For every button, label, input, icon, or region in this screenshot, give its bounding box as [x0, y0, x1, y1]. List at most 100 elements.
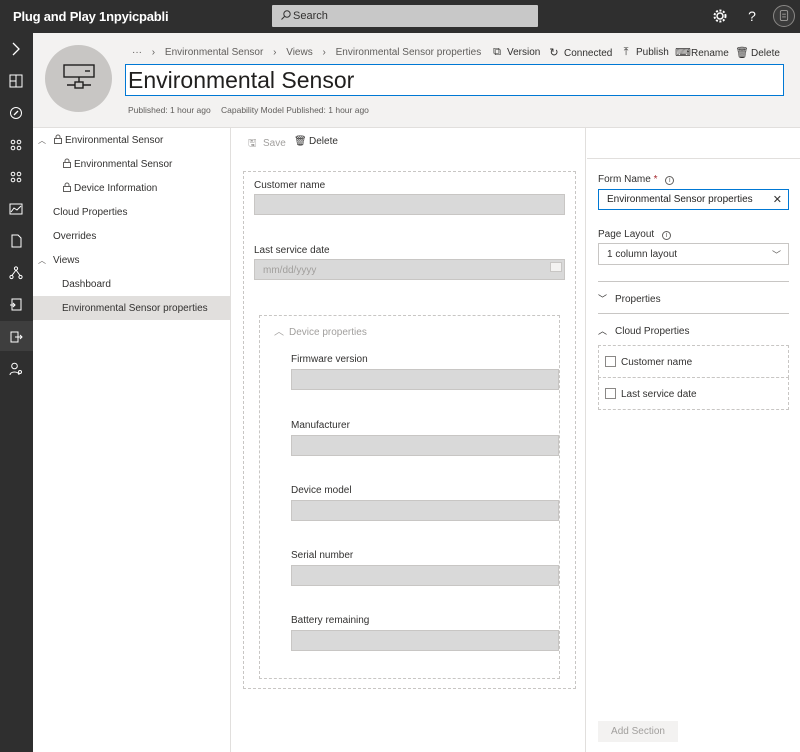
- expand-chevron-icon[interactable]: [8, 41, 24, 57]
- cloud-property-label: Customer name: [621, 357, 693, 368]
- app-title: Plug and Play 1npyicpabli: [13, 9, 169, 24]
- firmware-version-label: Firmware version: [291, 354, 368, 365]
- chevron-down-icon: ﹀: [598, 294, 608, 304]
- rename-label: Rename: [691, 48, 729, 59]
- add-section-button[interactable]: Add Section: [598, 721, 678, 742]
- info-icon[interactable]: i: [665, 176, 675, 185]
- tree-item-label: Overrides: [53, 231, 97, 242]
- tree-item-environmental-sensor[interactable]: ︿ Environmental Sensor: [33, 128, 231, 152]
- publish-label: Publish: [636, 47, 669, 58]
- firmware-version-field[interactable]: [291, 369, 559, 390]
- device-templates-icon[interactable]: [8, 297, 24, 313]
- tree-item-environmental-sensor-interface[interactable]: Environmental Sensor: [33, 152, 231, 176]
- delete-template-button[interactable]: 🗑 Delete: [735, 46, 780, 59]
- page-layout-select[interactable]: 1 column layout ﹀: [598, 243, 789, 265]
- form-section[interactable]: Customer name Last service date mm/dd/yy…: [243, 171, 576, 689]
- breadcrumb-item[interactable]: Environmental Sensor: [165, 47, 263, 58]
- form-name-value: Environmental Sensor properties: [607, 194, 753, 205]
- connected-button[interactable]: ↻ Connected: [548, 46, 612, 59]
- export-icon[interactable]: [8, 329, 24, 345]
- tree-item-overrides[interactable]: Overrides: [33, 224, 231, 248]
- tree-item-label: Environmental Sensor: [65, 135, 164, 146]
- search-icon: [281, 10, 291, 20]
- device-properties-title[interactable]: ︿ Device properties: [274, 323, 367, 338]
- lock-icon: [63, 182, 71, 192]
- dashboard-icon[interactable]: [8, 73, 24, 89]
- rename-button[interactable]: ⌨Rename: [675, 46, 729, 59]
- checkbox[interactable]: [605, 356, 616, 367]
- form-canvas: 🖫 Save 🗑 Delete Customer name Last service…: [232, 128, 586, 752]
- form-name-input[interactable]: Environmental Sensor properties ✕: [598, 189, 789, 210]
- delete-button[interactable]: 🗑 Delete: [294, 136, 338, 147]
- cloud-property-label: Last service date: [621, 389, 697, 400]
- device-properties-section[interactable]: ︿ Device properties Firmware version Manu…: [259, 315, 560, 679]
- breadcrumb-item[interactable]: Environmental Sensor properties: [336, 47, 482, 58]
- last-service-date-field[interactable]: mm/dd/yyyy: [254, 259, 565, 280]
- chevron-up-icon: ︿: [274, 327, 284, 338]
- checkbox[interactable]: [605, 388, 616, 399]
- search-placeholder: Search: [293, 10, 328, 22]
- serial-number-field[interactable]: [291, 565, 559, 586]
- manufacturer-label: Manufacturer: [291, 420, 350, 431]
- page-layout-label: Page Layout i: [598, 229, 671, 240]
- publish-icon: ⤒: [623, 46, 629, 58]
- battery-remaining-label: Battery remaining: [291, 615, 370, 626]
- version-label: Version: [507, 47, 541, 58]
- published-status: Published: 1 hour ago: [128, 105, 211, 115]
- analytics-icon[interactable]: [8, 201, 24, 217]
- cloud-properties-label: Cloud Properties: [615, 326, 690, 337]
- tree-item-cloud-properties[interactable]: Cloud Properties: [33, 200, 231, 224]
- last-service-date-label: Last service date: [254, 245, 330, 256]
- calendar-icon[interactable]: [550, 262, 562, 272]
- breadcrumb: ··· › Environmental Sensor › Views › Env…: [132, 47, 481, 58]
- customer-name-field[interactable]: [254, 194, 565, 215]
- rules-icon[interactable]: [8, 265, 24, 281]
- help-icon[interactable]: ?: [744, 8, 760, 24]
- save-button[interactable]: 🖫 Save: [248, 136, 286, 153]
- breadcrumb-overflow[interactable]: ···: [132, 47, 142, 58]
- cloud-properties-accordion[interactable]: ︿ Cloud Properties: [598, 324, 689, 337]
- delete-label: Delete: [309, 136, 338, 147]
- device-groups-icon[interactable]: [8, 169, 24, 185]
- required-marker: *: [653, 174, 658, 185]
- battery-remaining-field[interactable]: [291, 630, 559, 651]
- divider: [598, 313, 789, 314]
- compass-icon[interactable]: [8, 105, 24, 121]
- device-icon: [63, 64, 95, 89]
- breadcrumb-item[interactable]: Views: [286, 47, 313, 58]
- avatar[interactable]: [773, 5, 795, 27]
- page-layout-value: 1 column layout: [607, 249, 678, 260]
- gear-icon[interactable]: [712, 8, 728, 24]
- tree-item-environmental-sensor-properties[interactable]: Environmental Sensor properties: [33, 296, 231, 320]
- lock-icon: [54, 134, 62, 144]
- save-icon: 🖫: [248, 138, 257, 149]
- chevron-up-icon[interactable]: ︿: [38, 255, 46, 266]
- tree-item-views[interactable]: ︿ Views: [33, 248, 231, 272]
- date-placeholder: mm/dd/yyyy: [263, 265, 317, 276]
- cloud-property-last-service-date[interactable]: Last service date: [598, 377, 789, 410]
- manufacturer-field[interactable]: [291, 435, 559, 456]
- chevron-right-icon: ›: [273, 47, 277, 58]
- search-input[interactable]: Search: [272, 5, 538, 27]
- device-model-label: Device model: [291, 485, 352, 496]
- properties-accordion[interactable]: ﹀ Properties: [598, 292, 661, 305]
- template-title: Environmental Sensor: [128, 67, 355, 93]
- template-title-input[interactable]: Environmental Sensor: [125, 64, 784, 96]
- info-icon[interactable]: i: [661, 231, 671, 240]
- publish-button[interactable]: ⤒ Publish: [620, 46, 669, 59]
- chevron-up-icon[interactable]: ︿: [38, 135, 46, 146]
- cloud-property-customer-name[interactable]: Customer name: [598, 345, 789, 378]
- version-button[interactable]: ⧉ Version: [491, 46, 540, 59]
- document-icon[interactable]: [8, 233, 24, 249]
- tree-item-dashboard[interactable]: Dashboard: [33, 272, 231, 296]
- devices-grid-icon[interactable]: [8, 137, 24, 153]
- tree-item-device-information[interactable]: Device Information: [33, 176, 231, 200]
- page-layout-label-text: Page Layout: [598, 229, 655, 240]
- administration-icon[interactable]: [8, 361, 24, 377]
- device-model-field[interactable]: [291, 500, 559, 521]
- trash-icon: 🗑: [735, 47, 749, 59]
- properties-label: Properties: [615, 294, 661, 305]
- top-bar: Plug and Play 1npyicpabli Search ?: [0, 0, 800, 33]
- form-name-label: Form Name * i: [598, 174, 675, 185]
- clear-icon[interactable]: ✕: [773, 193, 782, 206]
